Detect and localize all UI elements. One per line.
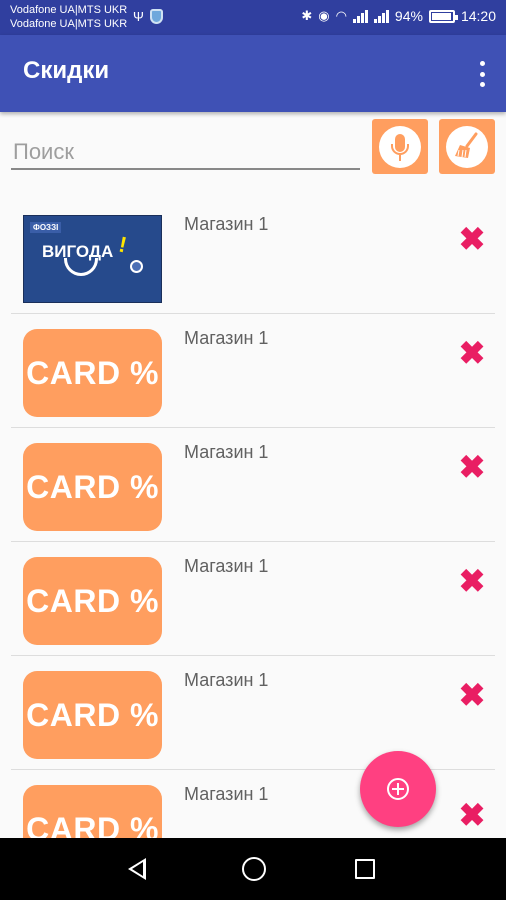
store-name: Магазин 1 xyxy=(184,328,269,348)
carrier-1: Vodafone UA|MTS UKR xyxy=(10,4,128,16)
card-image: CARD % xyxy=(23,329,162,417)
battery-icon xyxy=(428,9,458,23)
bluetooth-icon: ✱ xyxy=(301,8,313,23)
card-image: ФОЗЗІ ВИГОДА ! xyxy=(23,215,162,303)
eye-icon: ◉ xyxy=(318,8,330,23)
add-icon xyxy=(387,778,409,800)
store-name: Магазин 1 xyxy=(184,670,269,690)
system-nav-bar xyxy=(0,838,506,900)
delete-icon[interactable]: ✖ xyxy=(455,450,489,484)
broom-icon xyxy=(446,125,488,168)
add-card-button[interactable] xyxy=(360,751,436,827)
signal-icon-2 xyxy=(373,9,389,23)
search-input[interactable] xyxy=(11,136,360,170)
signal-icon xyxy=(352,9,368,23)
store-name: Магазин 1 xyxy=(184,214,269,234)
page-title: Скидки xyxy=(23,57,110,84)
back-icon[interactable] xyxy=(128,858,146,880)
list-item[interactable]: CARD % Магазин 1 ✖ xyxy=(11,542,495,656)
delete-icon[interactable]: ✖ xyxy=(455,678,489,712)
battery-percent: 94% xyxy=(394,8,423,24)
list-item[interactable]: ФОЗЗІ ВИГОДА ! Магазин 1 ✖ xyxy=(11,200,495,314)
clear-search-button[interactable] xyxy=(439,119,495,174)
usb-icon: Ψ xyxy=(133,8,144,24)
card-image: CARD % xyxy=(23,671,162,759)
app-screen: Vodafone UA|MTS UKR Vodafone UA|MTS UKR … xyxy=(0,0,506,900)
card-image: CARD % xyxy=(23,443,162,531)
store-name: Магазин 1 xyxy=(184,556,269,576)
status-bar: Vodafone UA|MTS UKR Vodafone UA|MTS UKR … xyxy=(0,0,506,35)
delete-icon[interactable]: ✖ xyxy=(455,798,489,832)
card-image: CARD % xyxy=(23,557,162,645)
delete-icon[interactable]: ✖ xyxy=(455,222,489,256)
microphone-icon xyxy=(379,125,421,168)
voice-search-button[interactable] xyxy=(372,119,428,174)
recent-apps-icon[interactable] xyxy=(355,859,375,879)
delete-icon[interactable]: ✖ xyxy=(455,564,489,598)
store-name: Магазин 1 xyxy=(184,442,269,462)
carrier-2: Vodafone UA|MTS UKR xyxy=(10,18,128,30)
app-bar: Скидки xyxy=(0,35,506,112)
shield-icon xyxy=(149,9,163,24)
list-item[interactable]: CARD % Магазин 1 ✖ xyxy=(11,428,495,542)
wifi-icon: ◠ xyxy=(335,8,347,23)
carrier-info: Vodafone UA|MTS UKR Vodafone UA|MTS UKR xyxy=(10,3,127,31)
delete-icon[interactable]: ✖ xyxy=(455,336,489,370)
status-icons: ✱ ◉ ◠ 94% 14:20 xyxy=(301,8,496,24)
clock: 14:20 xyxy=(460,8,496,24)
card-image: CARD % xyxy=(23,785,162,838)
home-icon[interactable] xyxy=(242,857,266,881)
store-name: Магазин 1 xyxy=(184,784,269,804)
list-item[interactable]: CARD % Магазин 1 ✖ xyxy=(11,314,495,428)
list-item[interactable]: CARD % Магазин 1 ✖ xyxy=(11,656,495,770)
overflow-menu-icon[interactable] xyxy=(476,61,488,87)
